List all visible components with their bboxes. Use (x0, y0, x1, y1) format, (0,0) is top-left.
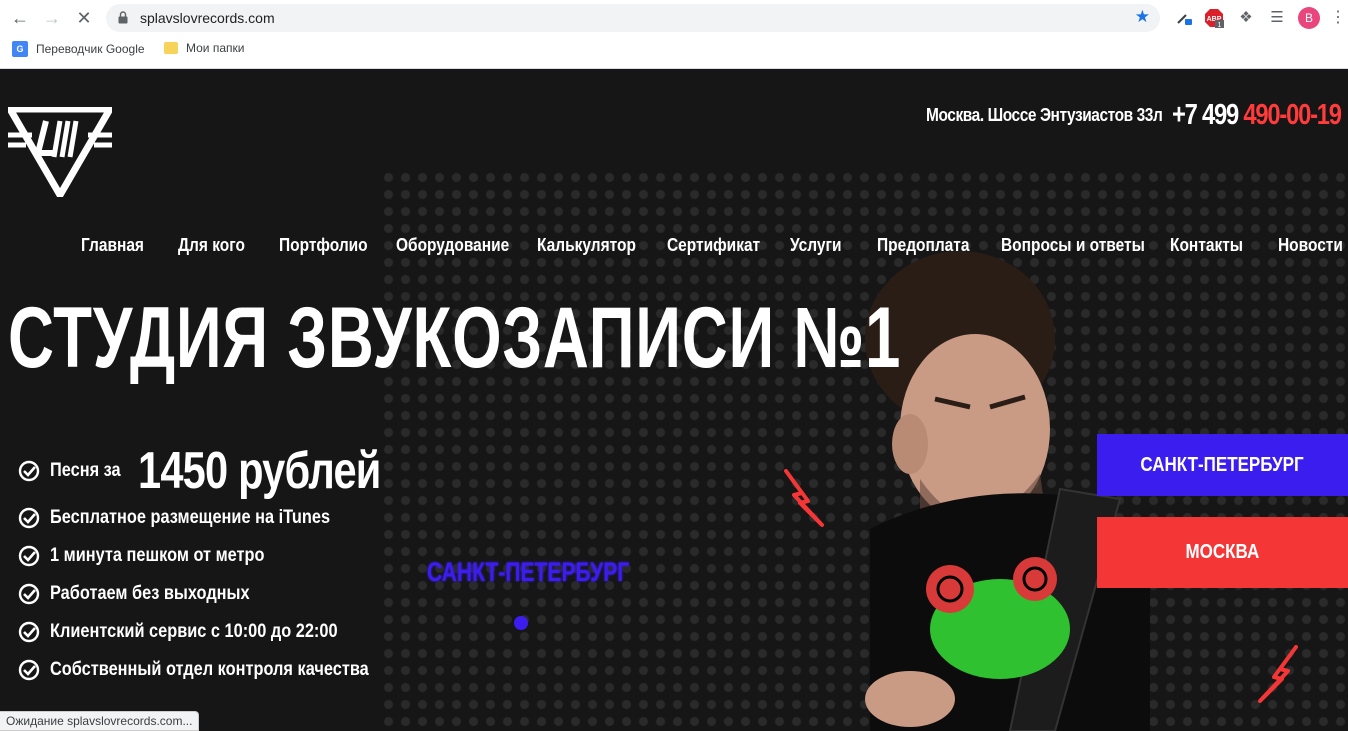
url-text: splavslovrecords.com (140, 10, 275, 26)
bookmark-my-folders[interactable]: Мои папки (164, 41, 244, 55)
browser-toolbar: ← → ✕ splavslovrecords.com ★ ABP 1 ❖ ☰ B … (0, 0, 1348, 36)
status-bar: Ожидание splavslovrecords.com... (0, 711, 200, 731)
back-icon[interactable]: ← (8, 6, 32, 30)
menu-icon[interactable]: ⋮ (1330, 8, 1346, 28)
check-circle-icon (18, 460, 40, 482)
google-translate-icon: G (12, 41, 28, 57)
bookmark-label: Мои папки (186, 41, 245, 55)
feature-item: Бесплатное размещение на iTunes (18, 507, 376, 529)
nav-item-contacts[interactable]: Контакты (1170, 235, 1243, 256)
price-prefix: Песня за (50, 460, 121, 481)
svg-text:1: 1 (1218, 22, 1222, 28)
nav-item-equipment[interactable]: Оборудование (396, 235, 509, 256)
nav-item-home[interactable]: Главная (81, 235, 144, 256)
studio-address: Москва. Шоссе Энтузиастов 33л (926, 105, 1163, 125)
feature-item: 1 минута пешком от метро (18, 545, 299, 567)
map-location-dot (514, 616, 528, 630)
spb-city-label: САНКТ-ПЕТЕРБУРГ (1140, 453, 1305, 476)
address-bar[interactable]: splavslovrecords.com ★ (106, 4, 1160, 32)
bookmark-google-translate[interactable]: G Переводчик Google (12, 41, 145, 57)
feature-item: Работаем без выходных (18, 583, 282, 605)
nav-item-calculator[interactable]: Калькулятор (537, 235, 636, 256)
feature-item: Собственный отдел контроля качества (18, 659, 421, 681)
profile-avatar[interactable]: B (1298, 7, 1320, 29)
feature-text: Клиентский сервис с 10:00 до 22:00 (50, 621, 338, 642)
moscow-city-button[interactable]: МОСКВА (1097, 517, 1348, 588)
check-circle-icon (18, 659, 40, 681)
lock-icon (118, 11, 128, 24)
nav-item-news[interactable]: Новости (1278, 235, 1343, 256)
nav-item-certificate[interactable]: Сертификат (667, 235, 760, 256)
nav-item-services[interactable]: Услуги (790, 235, 841, 256)
stop-icon[interactable]: ✕ (72, 6, 96, 30)
map-city-label: САНКТ-ПЕТЕРБУРГ (427, 557, 630, 587)
nav-item-for-whom[interactable]: Для кого (178, 235, 245, 256)
puzzle-icon[interactable]: ❖ (1236, 8, 1256, 28)
phone-digits: 490-00-19 (1243, 99, 1342, 131)
folder-icon (164, 42, 178, 54)
browser-chrome: ← → ✕ splavslovrecords.com ★ ABP 1 ❖ ☰ B … (0, 0, 1348, 69)
phone-number[interactable]: +7 499 490-00-19 (1172, 99, 1342, 132)
moscow-city-label: МОСКВА (1185, 541, 1260, 563)
check-circle-icon (18, 621, 40, 643)
phone-code: +7 499 (1172, 99, 1239, 131)
lightning-icon (1258, 645, 1298, 703)
feature-text: Бесплатное размещение на iTunes (50, 507, 331, 528)
spb-city-button[interactable]: САНКТ-ПЕТЕРБУРГ (1097, 434, 1348, 496)
bookmark-label: Переводчик Google (36, 42, 145, 56)
price-value: 1450 рублей (138, 442, 381, 500)
page-content: Москва. Шоссе Энтузиастов 33л +7 499 490… (0, 69, 1348, 731)
hero-title: СТУДИЯ ЗВУКОЗАПИСИ №1 (8, 290, 902, 386)
feature-text: Собственный отдел контроля качества (50, 659, 369, 680)
feature-item: Клиентский сервис с 10:00 до 22:00 (18, 621, 384, 643)
studio-logo[interactable] (8, 107, 112, 197)
check-circle-icon (18, 507, 40, 529)
nav-item-portfolio[interactable]: Портфолио (279, 235, 368, 256)
lightning-icon (784, 469, 824, 527)
eyedropper-icon[interactable] (1174, 8, 1194, 28)
forward-icon[interactable]: → (40, 6, 64, 30)
adblock-icon[interactable]: ABP 1 (1204, 8, 1224, 29)
star-icon[interactable]: ★ (1135, 7, 1150, 27)
check-circle-icon (18, 583, 40, 605)
feature-text: Работаем без выходных (50, 583, 250, 604)
media-queue-icon[interactable]: ☰ (1267, 8, 1287, 28)
check-circle-icon (18, 545, 40, 567)
feature-price: Песня за 1450 рублей (18, 441, 441, 501)
feature-text: 1 минута пешком от метро (50, 545, 265, 566)
bookmarks-bar: G Переводчик Google Мои папки (0, 38, 1348, 62)
